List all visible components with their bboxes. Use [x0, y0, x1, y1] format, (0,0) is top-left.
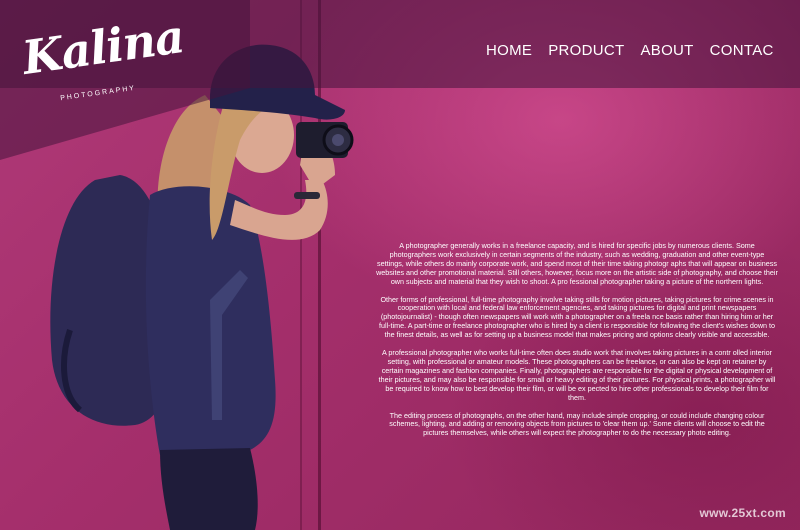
- nav-home[interactable]: HOME: [486, 42, 532, 59]
- nav-product[interactable]: PRODUCT: [548, 42, 624, 59]
- paragraph: A professional photographer who works fu…: [378, 348, 776, 402]
- paragraph: The editing process of photographs, on t…: [389, 410, 765, 438]
- paragraph: A photographer generally works in a free…: [376, 241, 778, 286]
- brand-tagline: PHOTOGRAPHY: [59, 84, 137, 103]
- nav-contact[interactable]: CONTAC: [710, 42, 774, 59]
- brand-logo[interactable]: Kalina PHOTOGRAPHY: [19, 9, 187, 112]
- nav-about[interactable]: ABOUT: [640, 42, 693, 59]
- paragraph: Other forms of professional, full-time p…: [378, 294, 776, 340]
- page: Kalina PHOTOGRAPHY HOME PRODUCT ABOUT CO…: [0, 0, 800, 530]
- watermark: www.25xt.com: [699, 506, 786, 520]
- about-text: A photographer generally works in a free…: [376, 241, 778, 447]
- main-nav: HOME PRODUCT ABOUT CONTAC: [486, 42, 774, 59]
